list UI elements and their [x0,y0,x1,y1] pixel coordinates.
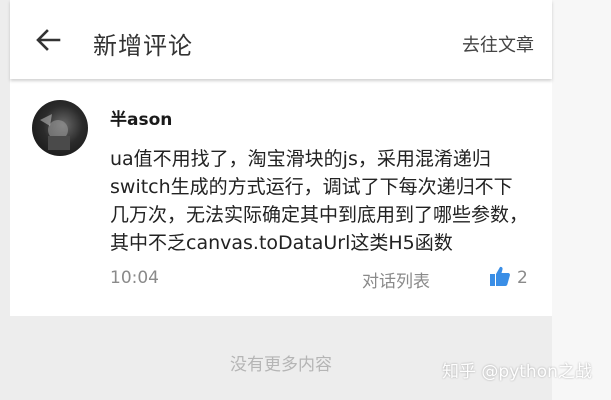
page-title: 新增评论 [93,32,193,60]
page: 新增评论 去往文章 半ason ua值不用找了，淘宝滑块的js，采用混淆递归 s… [0,0,611,400]
conversation-list-link[interactable]: 对话列表 [362,267,430,292]
thumbs-up-icon [489,265,511,291]
avatar[interactable] [32,100,88,156]
author-name[interactable]: 半ason [110,105,172,130]
comment-item: 半ason ua值不用找了，淘宝滑块的js，采用混淆递归 switch生成的方式… [10,80,552,316]
comment-line: 几万次，无法实际确定其中到底用到了哪些参数， [110,204,529,226]
comment-line: 其中不乏canvas.toDataUrl这类H5函数 [110,232,453,254]
comment-line: switch生成的方式运行，调试了下每次递归不下 [110,176,513,198]
app-bar: 新增评论 去往文章 [10,0,552,79]
comment-body: ua值不用找了，淘宝滑块的js，采用混淆递归 switch生成的方式运行，调试了… [110,145,540,257]
like-button[interactable]: 2 [489,265,528,291]
watermark: 知乎 @python之战 [442,362,592,382]
goto-article-button[interactable]: 去往文章 [462,31,534,57]
right-gutter [552,0,611,400]
back-arrow-icon[interactable] [34,26,62,54]
comment-line: ua值不用找了，淘宝滑块的js，采用混淆递归 [110,148,491,170]
comment-time: 10:04 [110,268,159,288]
like-count: 2 [517,268,528,288]
